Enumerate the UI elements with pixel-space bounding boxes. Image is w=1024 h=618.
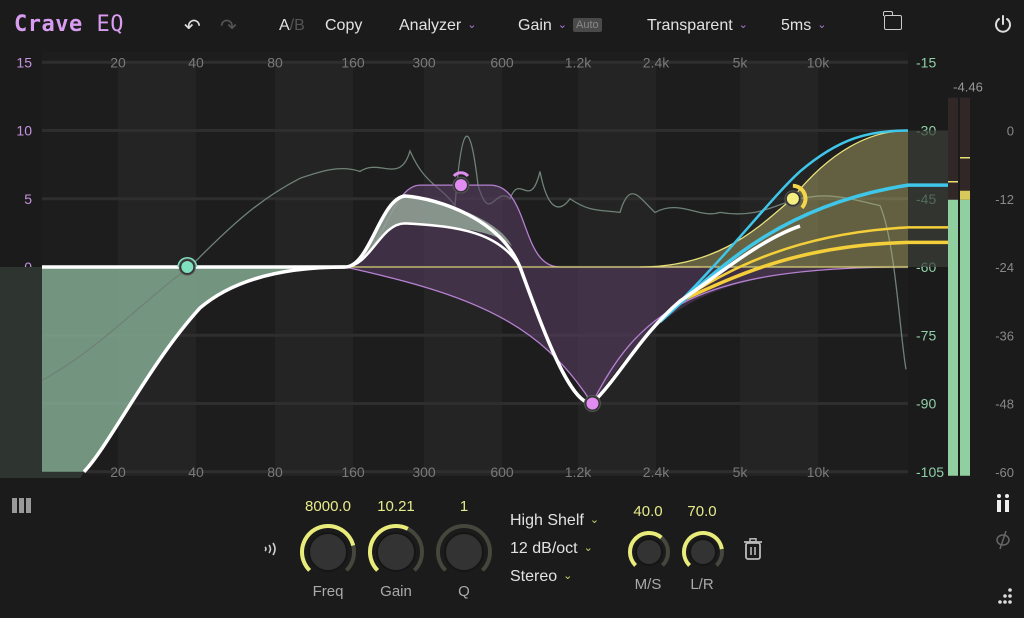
chevron-down-icon: ⌄ bbox=[817, 19, 827, 31]
freq-tick-label: 160 bbox=[341, 464, 365, 478]
gain-label: Gain bbox=[380, 583, 412, 600]
filter-type-dropdown[interactable]: High Shelf ⌄ bbox=[510, 512, 599, 530]
chevron-down-icon: ⌄ bbox=[738, 19, 748, 31]
meter-scale-label: -48 bbox=[995, 397, 1014, 412]
meter-right-level bbox=[960, 199, 970, 476]
meter-scale-label: -36 bbox=[995, 328, 1014, 343]
freq-tick-label: 80 bbox=[267, 464, 283, 478]
knob-body bbox=[444, 532, 484, 572]
logo-sub: EQ bbox=[96, 12, 124, 37]
freq-tick-label: 10k bbox=[807, 464, 831, 478]
knob-body bbox=[308, 532, 348, 572]
freq-tick-label: 1.2k bbox=[565, 464, 592, 478]
freq-tick-label: 80 bbox=[267, 54, 283, 70]
gain-label: Gain bbox=[518, 17, 552, 34]
app-logo: Crave EQ bbox=[14, 12, 124, 37]
info-icon[interactable] bbox=[995, 493, 1011, 513]
meter-scale-label: -12 bbox=[995, 192, 1014, 207]
chevron-down-icon: ⌄ bbox=[583, 542, 593, 554]
analyzer-tick-label: -75 bbox=[916, 327, 936, 343]
phase-icon[interactable] bbox=[994, 530, 1012, 550]
lr-label: L/R bbox=[690, 576, 714, 593]
q-value[interactable]: 1 bbox=[429, 498, 499, 515]
analyzer-tick-label: -90 bbox=[916, 396, 936, 412]
freq-tick-label: 2.4k bbox=[643, 464, 670, 478]
gain-knob[interactable] bbox=[367, 523, 425, 581]
resize-grip-icon[interactable] bbox=[994, 586, 1014, 606]
power-icon[interactable] bbox=[993, 14, 1013, 34]
logo-main: Crave bbox=[14, 12, 83, 37]
mode-label: Transparent bbox=[647, 17, 733, 34]
top-toolbar: Crave EQ ↶ ↷ A/B Copy Analyzer ⌄ Gain ⌄ Aut… bbox=[0, 0, 1024, 52]
freq-tick-label: 300 bbox=[412, 54, 436, 70]
listen-icon[interactable] bbox=[263, 542, 277, 556]
meter-scale-label: -24 bbox=[995, 260, 1014, 275]
lr-knob[interactable] bbox=[681, 530, 725, 574]
gain-tick-label: 5 bbox=[24, 191, 32, 207]
redo-icon[interactable]: ↷ bbox=[220, 14, 237, 39]
gain-tick-label: 10 bbox=[16, 123, 32, 139]
chevron-down-icon: ⌄ bbox=[557, 19, 568, 31]
meter-right-yellow bbox=[960, 190, 970, 200]
folder-icon[interactable] bbox=[883, 11, 902, 30]
channel-dropdown[interactable]: Stereo ⌄ bbox=[510, 568, 572, 586]
mode-dropdown[interactable]: Transparent ⌄ bbox=[647, 17, 748, 35]
auto-gain-badge[interactable]: Auto bbox=[573, 18, 602, 32]
analyzer-tick-label: -105 bbox=[916, 464, 944, 478]
freq-tick-label: 20 bbox=[110, 54, 126, 70]
freq-tick-label: 40 bbox=[188, 54, 204, 70]
freq-tick-label: 600 bbox=[490, 54, 514, 70]
latency-label: 5ms bbox=[781, 17, 812, 34]
shelf-extension-shade bbox=[908, 130, 948, 267]
meter-peak-readout: -4.46 bbox=[953, 80, 983, 95]
freq-tick-label: 20 bbox=[110, 464, 126, 478]
analyzer-dropdown[interactable]: Analyzer ⌄ bbox=[399, 17, 476, 35]
chevron-down-icon: ⌄ bbox=[467, 19, 477, 31]
freq-knob[interactable] bbox=[299, 523, 357, 581]
lr-value[interactable]: 70.0 bbox=[667, 503, 737, 520]
freq-tick-label: 2.4k bbox=[643, 54, 670, 70]
freq-tick-label: 10k bbox=[807, 54, 831, 70]
freq-tick-label: 300 bbox=[412, 464, 436, 478]
undo-icon[interactable]: ↶ bbox=[184, 14, 201, 39]
filter-type-label: High Shelf bbox=[510, 512, 584, 529]
piano-icon[interactable] bbox=[12, 498, 32, 514]
trash-icon[interactable] bbox=[743, 538, 763, 560]
gain-value[interactable]: 10.21 bbox=[361, 498, 431, 515]
freq-tick-label: 40 bbox=[188, 464, 204, 478]
ab-b[interactable]: B bbox=[294, 17, 305, 34]
freq-tick-label: 1.2k bbox=[565, 54, 592, 70]
ab-a[interactable]: A bbox=[279, 17, 290, 34]
chevron-down-icon: ⌄ bbox=[589, 514, 600, 526]
gain-tick-label: 15 bbox=[16, 54, 32, 70]
slope-dropdown[interactable]: 12 dB/oct ⌄ bbox=[510, 540, 593, 558]
band-3-notch-node[interactable] bbox=[583, 395, 601, 412]
knob-body bbox=[376, 532, 416, 572]
ms-knob[interactable] bbox=[627, 530, 671, 574]
channel-label: Stereo bbox=[510, 568, 558, 585]
band-panel: 8000.0 Freq 10.21 Gain 1 Q High Shelf ⌄ 1… bbox=[0, 478, 1024, 618]
meter-left-level bbox=[948, 199, 958, 476]
knob-body bbox=[635, 538, 663, 566]
meter-scale-label: -60 bbox=[995, 465, 1014, 478]
chevron-down-icon: ⌄ bbox=[563, 570, 573, 582]
meter-scale-label: 0 bbox=[1007, 124, 1014, 139]
eq-graph[interactable]: 151050-5-10-15-15-30-45-60-75-90-1052020… bbox=[0, 52, 1024, 478]
freq-tick-label: 160 bbox=[341, 54, 365, 70]
ab-toggle[interactable]: A/B bbox=[279, 17, 305, 35]
freq-tick-label: 5k bbox=[733, 54, 749, 70]
analyzer-label: Analyzer bbox=[399, 17, 462, 34]
slope-label: 12 dB/oct bbox=[510, 540, 578, 557]
gain-dropdown[interactable]: Gain ⌄ Auto bbox=[518, 17, 602, 35]
q-label: Q bbox=[458, 583, 470, 600]
latency-dropdown[interactable]: 5ms ⌄ bbox=[781, 17, 826, 35]
freq-tick-label: 600 bbox=[490, 464, 514, 478]
freq-label: Freq bbox=[312, 583, 344, 600]
freq-value[interactable]: 8000.0 bbox=[293, 498, 363, 515]
freq-tick-label: 5k bbox=[733, 464, 749, 478]
q-knob[interactable] bbox=[435, 523, 493, 581]
analyzer-tick-label: -15 bbox=[916, 54, 936, 70]
copy-button[interactable]: Copy bbox=[325, 17, 362, 35]
knob-body bbox=[689, 538, 717, 566]
